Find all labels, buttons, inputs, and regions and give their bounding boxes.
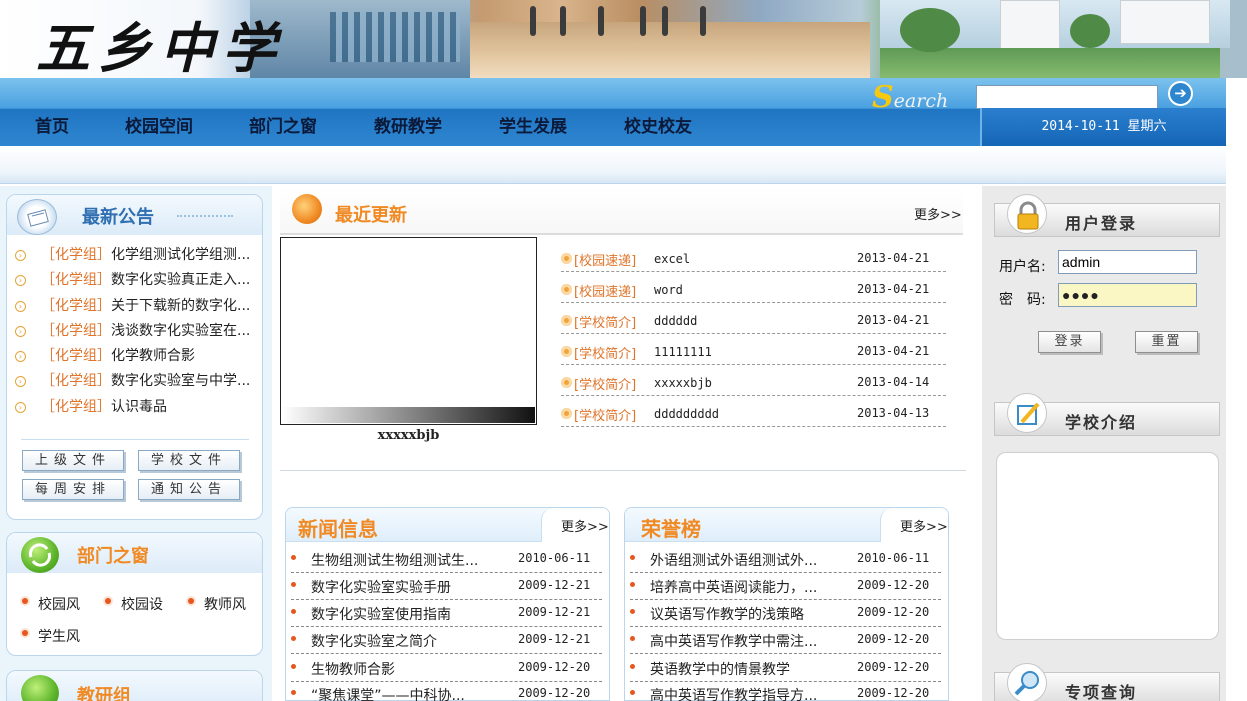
school-intro-title: 学校介绍 <box>1065 413 1138 432</box>
dept-link[interactable]: 校园设 <box>103 594 163 614</box>
list-item[interactable]: 高中英语写作教学指导方... 2009-12-20 <box>630 681 941 701</box>
honor-title: 荣誉榜 <box>641 517 701 541</box>
refresh-icon <box>21 675 59 701</box>
bullet-icon <box>561 253 572 264</box>
bullet-icon <box>561 346 572 357</box>
preview-image[interactable] <box>280 237 537 425</box>
list-item[interactable]: › ［化学组］数字化实验真正走入... <box>11 268 262 293</box>
preview-caption[interactable]: xxxxxbjb <box>280 428 537 443</box>
recent-header: 最近更新 更多>> <box>280 188 963 235</box>
list-item[interactable]: [校园速递] word 2013-04-21 <box>561 279 946 303</box>
header-banner: 五乡中学 <box>0 0 1247 78</box>
notepad-icon <box>17 199 57 235</box>
weekly-schedule-button[interactable]: 每周安排 <box>22 479 124 500</box>
bullet-icon: › <box>15 401 26 413</box>
list-item[interactable]: › ［化学组］数字化实验室与中学... <box>11 369 262 394</box>
teaching-title: 教研组 <box>77 686 131 701</box>
lock-icon <box>1007 194 1047 234</box>
list-item[interactable]: 议英语写作教学的浅策略 2009-12-20 <box>630 600 941 627</box>
list-item[interactable]: [校园速递] excel 2013-04-21 <box>561 248 946 272</box>
recent-title: 最近更新 <box>335 205 407 226</box>
special-query-title: 专项查询 <box>1065 683 1138 701</box>
superior-docs-button[interactable]: 上级文件 <box>22 450 124 471</box>
nav-item-alumni[interactable]: 校史校友 <box>624 108 692 146</box>
reset-button[interactable]: 重置 <box>1135 331 1198 353</box>
list-item[interactable]: 生物教师合影 2009-12-20 <box>291 655 602 682</box>
login-title: 用户登录 <box>1065 214 1138 233</box>
news-title: 新闻信息 <box>298 517 378 541</box>
list-item[interactable]: › ［化学组］浅谈数字化实验室在... <box>11 319 262 344</box>
notepad-pencil-icon <box>1007 393 1047 433</box>
honor-more-link[interactable]: 更多>> <box>900 516 948 535</box>
search-input[interactable] <box>976 85 1158 109</box>
notice-title: 最新公告 <box>82 207 154 228</box>
department-title: 部门之窗 <box>77 546 149 567</box>
list-item[interactable]: 生物组测试生物组测试生... 2010-06-11 <box>291 546 602 573</box>
notice-box: 最新公告 › ［化学组］化学组测试化学组测... › ［化学组］数字化实验真正走入.… <box>6 194 263 520</box>
sub-bar <box>0 146 1226 184</box>
nav-item-students[interactable]: 学生发展 <box>499 108 567 146</box>
username-field[interactable] <box>1058 250 1197 274</box>
list-item[interactable]: › ［化学组］化学组测试化学组测... <box>11 243 262 268</box>
nav-item-campus[interactable]: 校园空间 <box>125 108 193 146</box>
bullet-icon: › <box>15 351 26 363</box>
login-button[interactable]: 登录 <box>1038 331 1101 353</box>
nav-item-departments[interactable]: 部门之窗 <box>249 108 317 146</box>
bullet-icon: › <box>15 275 26 287</box>
password-field[interactable]: ●●●● <box>1058 283 1197 307</box>
list-item[interactable]: › ［化学组］化学教师合影 <box>11 344 262 369</box>
list-item[interactable]: 高中英语写作教学中需注... 2009-12-20 <box>630 627 941 654</box>
date-display: 2014-10-11 星期六 <box>980 108 1226 146</box>
announcement-button[interactable]: 通知公告 <box>138 479 240 500</box>
list-item[interactable]: 英语教学中的情景教学 2009-12-20 <box>630 655 941 682</box>
magnifier-icon <box>1007 663 1047 701</box>
school-intro-box <box>996 452 1219 640</box>
list-item[interactable]: [学校简介] xxxxxbjb 2013-04-14 <box>561 372 946 396</box>
school-name: 五乡中学 <box>36 16 284 78</box>
nav-item-home[interactable]: 首页 <box>35 108 69 146</box>
list-item[interactable]: 数字化实验室实验手册 2009-12-21 <box>291 573 602 600</box>
list-item[interactable]: [学校简介] 11111111 2013-04-21 <box>561 341 946 365</box>
bullet-icon: › <box>15 325 26 337</box>
bullet-icon <box>561 408 572 419</box>
nav-item-teaching[interactable]: 教研教学 <box>374 108 442 146</box>
bullet-icon: › <box>15 300 26 312</box>
news-more-link[interactable]: 更多>> <box>561 516 609 535</box>
list-item[interactable]: 数字化实验室之简介 2009-12-21 <box>291 627 602 654</box>
arrow-right-icon[interactable]: ➔ <box>1168 81 1193 106</box>
school-docs-button[interactable]: 学校文件 <box>138 450 240 471</box>
login-header: 用户登录 <box>994 194 1220 237</box>
dept-link[interactable]: 学生风 <box>20 626 80 646</box>
dept-link[interactable]: 校园风 <box>20 594 80 614</box>
bullet-icon <box>561 284 572 295</box>
password-label: 密 码: <box>999 292 1046 308</box>
list-item[interactable]: “聚焦课堂”——中科协... 2009-12-20 <box>291 681 602 701</box>
list-item[interactable]: 外语组测试外语组测试外... 2010-06-11 <box>630 546 941 573</box>
list-item[interactable]: [学校简介] ddddddddd 2013-04-13 <box>561 403 946 427</box>
bullet-icon: › <box>15 250 26 261</box>
teaching-box: 教研组 <box>6 670 263 701</box>
main-menu: 首页 校园空间 部门之窗 教研教学 学生发展 校史校友 <box>0 108 980 146</box>
special-query-header: 专项查询 <box>994 663 1220 701</box>
list-item[interactable]: 数字化实验室使用指南 2009-12-21 <box>291 600 602 627</box>
list-item[interactable]: [学校简介] dddddd 2013-04-21 <box>561 310 946 334</box>
divider <box>280 470 966 471</box>
recent-more-link[interactable]: 更多>> <box>914 204 962 223</box>
dept-link[interactable]: 教师风 <box>186 594 246 614</box>
notice-list: › ［化学组］化学组测试化学组测... › ［化学组］数字化实验真正走入... › ［… <box>7 235 262 420</box>
list-item[interactable]: › ［化学组］认识毒品 <box>11 395 262 420</box>
refresh-icon <box>21 537 59 573</box>
update-icon <box>292 194 322 224</box>
list-item[interactable]: 培养高中英语阅读能力，... 2009-12-20 <box>630 573 941 600</box>
bullet-icon <box>561 315 572 326</box>
bullet-icon: › <box>15 376 26 388</box>
school-intro-header: 学校介绍 <box>994 393 1220 436</box>
bullet-icon <box>561 377 572 388</box>
username-label: 用户名: <box>999 259 1046 275</box>
list-item[interactable]: › ［化学组］关于下载新的数字化... <box>11 294 262 319</box>
